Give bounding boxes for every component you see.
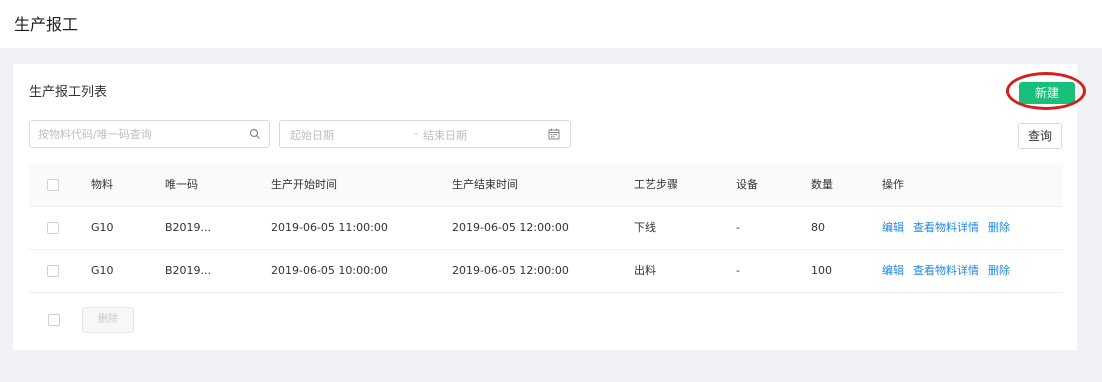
row-checkbox[interactable] [47,222,59,234]
cell-material: G10 [91,264,114,277]
search-field[interactable] [29,120,270,148]
table-header: 物料 唯一码 生产开始时间 生产结束时间 工艺步骤 设备 数量 操作 [29,164,1063,207]
cell-end-time: 2019-06-05 12:00:00 [452,264,569,277]
table-row: G10 B2019... 2019-06-05 10:00:00 2019-06… [29,250,1063,293]
cell-qty: 80 [811,221,825,234]
select-all-checkbox[interactable] [47,179,59,191]
new-button[interactable]: 新建 [1019,82,1075,104]
search-icon[interactable] [249,128,261,140]
report-table: 物料 唯一码 生产开始时间 生产结束时间 工艺步骤 设备 数量 操作 G10 B… [29,164,1063,293]
edit-link[interactable]: 编辑 [882,221,904,234]
cell-device: - [736,221,740,234]
cell-step: 出料 [634,264,656,277]
date-range-picker[interactable]: 起始日期 - 结束日期 [279,120,571,148]
cell-code: B2019... [165,221,212,234]
cell-ops: 编辑 查看物料详情 删除 [882,250,1019,292]
query-button[interactable]: 查询 [1018,123,1062,149]
table-row: G10 B2019... 2019-06-05 11:00:00 2019-06… [29,207,1063,250]
date-end-placeholder[interactable]: 结束日期 [423,127,467,143]
cell-qty: 100 [811,264,832,277]
header-ops: 操作 [882,178,904,191]
cell-code: B2019... [165,264,212,277]
cell-device: - [736,264,740,277]
date-start-placeholder[interactable]: 起始日期 [290,127,334,143]
cell-start-time: 2019-06-05 10:00:00 [271,264,388,277]
delete-link[interactable]: 删除 [988,264,1010,277]
calendar-icon [548,128,560,140]
cell-start-time: 2019-06-05 11:00:00 [271,221,388,234]
card-title: 生产报工列表 [29,85,108,100]
view-detail-link[interactable]: 查看物料详情 [913,221,979,234]
page-title: 生产报工 [14,15,79,34]
cell-step: 下线 [634,221,656,234]
cell-material: G10 [91,221,114,234]
header-material: 物料 [91,178,113,191]
date-separator: - [414,127,418,140]
search-input[interactable] [38,125,238,143]
list-card: 生产报工列表 新建 起始日期 - 结束日期 查询 物料 唯一码 [13,64,1086,350]
delete-link[interactable]: 删除 [988,221,1010,234]
header-device: 设备 [736,178,758,191]
footer-select-all-checkbox[interactable] [48,314,60,326]
page-header: 生产报工 [0,0,1102,48]
edit-link[interactable]: 编辑 [882,264,904,277]
header-qty: 数量 [811,178,833,191]
batch-delete-button[interactable]: 删除 [82,307,134,333]
header-end-time: 生产结束时间 [452,178,518,191]
header-code: 唯一码 [165,178,198,191]
header-start-time: 生产开始时间 [271,178,337,191]
view-detail-link[interactable]: 查看物料详情 [913,264,979,277]
cell-end-time: 2019-06-05 12:00:00 [452,221,569,234]
header-step: 工艺步骤 [634,178,678,191]
row-checkbox[interactable] [47,265,59,277]
cell-ops: 编辑 查看物料详情 删除 [882,207,1019,249]
